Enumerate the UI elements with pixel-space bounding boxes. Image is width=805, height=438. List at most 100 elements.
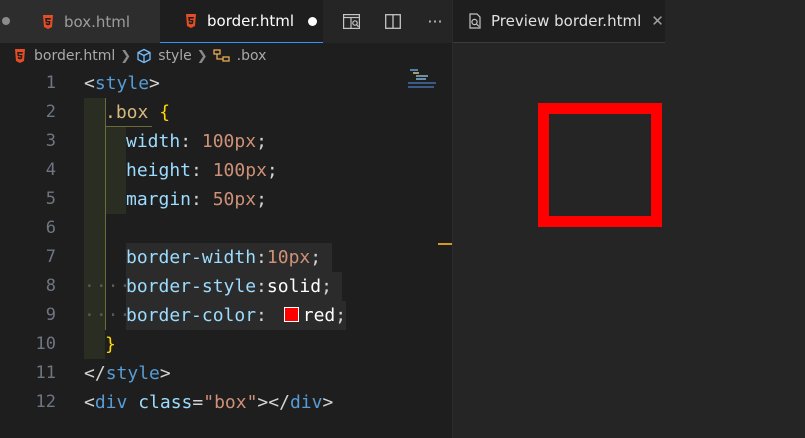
token: : <box>256 276 267 297</box>
token: margin <box>126 189 192 210</box>
token: < <box>84 73 95 94</box>
line-number: 3 <box>45 131 56 151</box>
token: ; <box>335 305 347 326</box>
code-editor[interactable]: 1 <style> 2 .box { 3 width: 100px; 4 hei… <box>0 69 452 438</box>
html5-file-icon <box>185 14 197 28</box>
code-line: 3 width: 100px; <box>0 127 452 156</box>
code-line: 11 </style> <box>0 359 452 388</box>
token: { <box>159 102 171 123</box>
token: div <box>289 392 323 413</box>
line-number: 7 <box>45 247 56 267</box>
code-line: 7 border-width:10px; <box>0 243 452 272</box>
code-line: 9 ···· border-color: red; <box>0 301 452 330</box>
tab-preview-border-html[interactable]: Preview border.html ✕ <box>453 0 665 43</box>
html5-file-icon <box>14 49 26 63</box>
preview-group: Preview border.html ✕ <box>453 0 805 438</box>
cube-icon <box>137 48 151 64</box>
line-number: 9 <box>45 305 56 325</box>
line-number: 5 <box>45 189 56 209</box>
tab-label: box.html <box>64 12 131 31</box>
token: border-color <box>126 305 257 326</box>
token: ; <box>310 247 322 268</box>
token: : <box>256 247 267 268</box>
token: 100px <box>201 131 257 152</box>
code-line: 5 margin: 50px; <box>0 185 452 214</box>
token: : <box>191 189 202 210</box>
token: : <box>180 131 192 152</box>
token: > <box>159 363 171 384</box>
token: div <box>94 392 128 413</box>
token: </ <box>84 363 106 384</box>
token: 100px <box>212 160 267 181</box>
preview-tab-label: Preview border.html <box>491 12 642 30</box>
open-preview-icon[interactable] <box>330 0 372 43</box>
minimap[interactable] <box>408 69 440 93</box>
token: red <box>302 305 336 326</box>
token: > <box>149 73 160 94</box>
breadcrumb-file[interactable]: border.html <box>14 48 115 64</box>
rendered-box <box>538 103 662 227</box>
code-line: 1 <style> <box>0 69 452 98</box>
line-number: 1 <box>45 73 56 93</box>
token: </ <box>268 392 290 413</box>
token: "box" <box>203 392 258 413</box>
token: < <box>84 392 95 413</box>
line-number: 8 <box>45 276 56 296</box>
token: = <box>192 392 204 413</box>
token: style <box>105 363 160 384</box>
tab-status-dot <box>2 17 10 25</box>
preview-body <box>453 43 805 438</box>
line-number: 12 <box>35 392 56 412</box>
token: border-width <box>126 247 257 268</box>
line-number: 2 <box>45 102 56 122</box>
token: class <box>138 392 193 413</box>
editor-group: box.html border.html ··· border.html ❯ s… <box>0 0 454 438</box>
token: : <box>191 160 202 181</box>
token: ; <box>266 160 278 181</box>
token: .box <box>105 102 149 123</box>
tab-box-html[interactable]: box.html <box>0 0 160 43</box>
breadcrumb: border.html ❯ style ❯ .box <box>0 43 452 69</box>
code-line: 8 ···· border-style:solid; <box>0 272 452 301</box>
line-number: 6 <box>45 218 56 238</box>
breadcrumb-selector-label: .box <box>236 48 267 64</box>
token: ; <box>321 276 332 297</box>
code-line: 4 height: 100px; <box>0 156 452 185</box>
token: solid <box>266 276 322 297</box>
token: > <box>322 392 334 413</box>
line-number: 11 <box>35 363 56 383</box>
breadcrumb-element[interactable]: style <box>136 48 192 64</box>
token: height <box>126 160 192 181</box>
token: style <box>94 73 150 94</box>
more-actions-icon[interactable]: ··· <box>414 0 456 43</box>
close-icon[interactable]: ✕ <box>651 12 664 30</box>
token: 50px <box>212 189 257 210</box>
whitespace-dots: ···· <box>84 276 132 297</box>
preview-icon <box>469 13 481 29</box>
editor-tabbar: box.html border.html ··· <box>0 0 452 43</box>
token: border-style <box>126 276 257 297</box>
line-number: 10 <box>35 334 56 354</box>
token: : <box>256 305 267 326</box>
css-selector-icon <box>213 49 230 62</box>
token: } <box>105 334 116 355</box>
token: > <box>257 392 269 413</box>
chevron-right-icon: ❯ <box>120 48 132 64</box>
tab-label: border.html <box>207 12 295 30</box>
tab-border-html[interactable]: border.html <box>160 0 323 43</box>
token: ; <box>256 131 267 152</box>
split-editor-icon[interactable] <box>372 0 414 43</box>
breadcrumb-selector[interactable]: .box <box>213 48 267 64</box>
editor-actions: ··· <box>330 0 456 43</box>
line-number: 4 <box>45 160 56 180</box>
token: 10px <box>266 247 311 268</box>
preview-tabbar: Preview border.html ✕ <box>453 0 805 43</box>
token: width <box>126 131 181 152</box>
color-swatch-icon[interactable] <box>283 307 299 322</box>
more-glyph: ··· <box>427 12 443 31</box>
whitespace-dots: ···· <box>84 305 132 326</box>
code-line: 10 } <box>0 330 452 359</box>
code-line: 6 <box>0 214 452 243</box>
unsaved-dot-icon[interactable] <box>308 16 318 26</box>
html5-file-icon <box>42 14 54 29</box>
